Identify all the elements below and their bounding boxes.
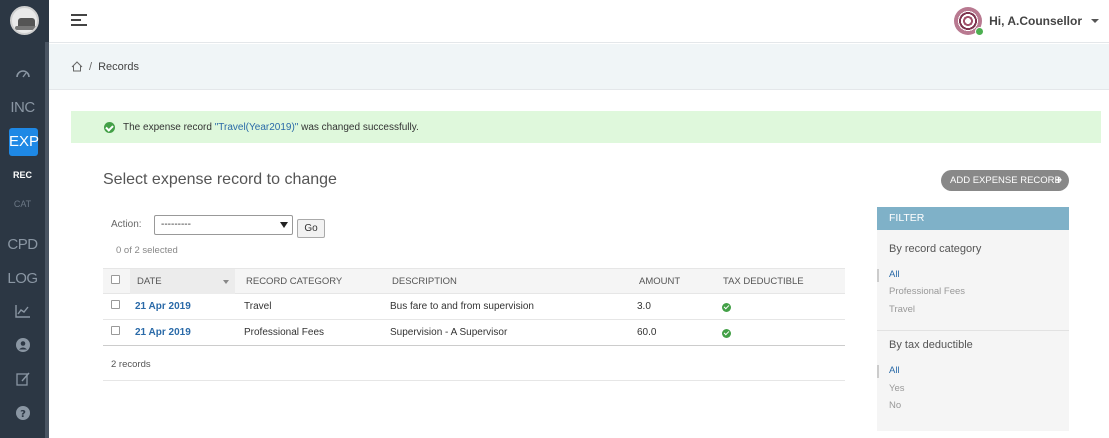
dashboard-icon[interactable] — [0, 67, 45, 83]
tax-deductible-yes-icon — [722, 303, 731, 312]
user-menu[interactable]: Hi, A.Counsellor — [954, 7, 1099, 36]
success-message: The expense record "Travel(Year2019)" wa… — [71, 111, 1101, 143]
plus-icon: + — [1054, 173, 1062, 187]
filter-option-no[interactable]: No — [877, 400, 901, 411]
column-header-description[interactable]: DESCRIPTION — [392, 269, 457, 294]
dropdown-arrow-icon — [280, 222, 288, 228]
breadcrumb: / Records — [49, 44, 1109, 90]
action-select[interactable]: --------- — [154, 215, 293, 235]
svg-text:?: ? — [20, 409, 26, 420]
message-prefix: The expense record — [123, 121, 215, 133]
edit-icon[interactable] — [0, 372, 45, 388]
filter-option-professional-fees[interactable]: Professional Fees — [877, 286, 965, 297]
add-button-label: ADD EXPENSE RECORD — [950, 175, 1062, 186]
filter-panel: FILTER By record category All Profession… — [877, 207, 1069, 431]
filter-heading-tax: By tax deductible — [889, 339, 973, 351]
action-label: Action: — [111, 219, 142, 230]
message-record-link[interactable]: "Travel(Year2019)" — [215, 122, 299, 133]
record-date-link[interactable]: 21 Apr 2019 — [135, 320, 191, 345]
filter-option-tax-all[interactable]: All — [877, 365, 900, 378]
table-row: 21 Apr 2019 Professional Fees Supervisio… — [103, 320, 845, 346]
nav-expense-categories[interactable]: CAT — [0, 199, 45, 209]
home-icon[interactable] — [71, 61, 83, 72]
record-description: Bus fare to and from supervision — [390, 301, 534, 312]
message-suffix: was changed successfully. — [298, 121, 419, 133]
breadcrumb-current: Records — [98, 60, 140, 73]
column-header-amount[interactable]: AMOUNT — [639, 269, 680, 294]
records-count: 2 records — [111, 359, 151, 370]
filter-option-yes[interactable]: Yes — [877, 383, 905, 394]
chevron-down-icon[interactable] — [1091, 19, 1099, 23]
user-greeting[interactable]: Hi, A.Counsellor — [989, 14, 1082, 28]
page-title: Select expense record to change — [103, 171, 337, 188]
column-header-date[interactable]: DATE — [130, 269, 235, 294]
add-expense-record-button[interactable]: ADD EXPENSE RECORD + — [941, 170, 1069, 191]
table-row: 21 Apr 2019 Travel Bus fare to and from … — [103, 294, 845, 320]
online-status-icon — [975, 27, 985, 36]
success-check-icon — [104, 122, 115, 133]
record-amount: 60.0 — [637, 327, 657, 338]
help-icon[interactable]: ? — [0, 406, 45, 422]
chart-icon[interactable] — [0, 304, 45, 320]
sort-icon[interactable] — [223, 280, 229, 284]
filter-title: FILTER — [877, 207, 1069, 230]
user-circle-icon[interactable] — [0, 338, 45, 354]
record-amount: 3.0 — [637, 301, 651, 312]
topbar: Hi, A.Counsellor — [49, 0, 1109, 43]
filter-divider — [877, 330, 1069, 331]
nav-expenses[interactable]: EXP — [9, 128, 39, 156]
avatar[interactable] — [954, 7, 985, 36]
column-header-category[interactable]: RECORD CATEGORY — [246, 269, 342, 294]
sidebar: INC EXP REC CAT CPD LOG ? — [0, 0, 49, 438]
record-description: Supervision - A Supervisor — [390, 327, 508, 338]
column-header-tax-deductible[interactable]: TAX DEDUCTIBLE — [723, 269, 804, 294]
records-table: DATE RECORD CATEGORY DESCRIPTION AMOUNT … — [103, 268, 845, 346]
divider — [103, 380, 845, 381]
nav-income[interactable]: INC — [0, 99, 45, 116]
app-logo[interactable] — [10, 6, 39, 35]
breadcrumb-separator: / — [89, 60, 93, 73]
sidebar-scrollbar[interactable] — [45, 42, 49, 438]
record-date-link[interactable]: 21 Apr 2019 — [135, 294, 191, 319]
record-category: Travel — [244, 301, 272, 312]
row-checkbox[interactable] — [111, 326, 120, 335]
select-all-checkbox[interactable] — [111, 275, 120, 284]
filter-option-category-all[interactable]: All — [877, 269, 900, 282]
tax-deductible-yes-icon — [722, 329, 731, 338]
go-button[interactable]: Go — [297, 219, 325, 238]
record-category: Professional Fees — [244, 327, 325, 338]
filter-heading-category: By record category — [889, 243, 982, 255]
selected-count: 0 of 2 selected — [116, 245, 178, 256]
menu-toggle-icon[interactable] — [71, 14, 87, 28]
filter-option-travel[interactable]: Travel — [877, 304, 915, 315]
nav-expense-records[interactable]: REC — [0, 170, 45, 180]
table-header: DATE RECORD CATEGORY DESCRIPTION AMOUNT … — [103, 268, 845, 294]
row-checkbox[interactable] — [111, 300, 120, 309]
action-select-value: --------- — [161, 219, 191, 230]
nav-log[interactable]: LOG — [0, 270, 45, 287]
nav-cpd[interactable]: CPD — [0, 236, 45, 253]
